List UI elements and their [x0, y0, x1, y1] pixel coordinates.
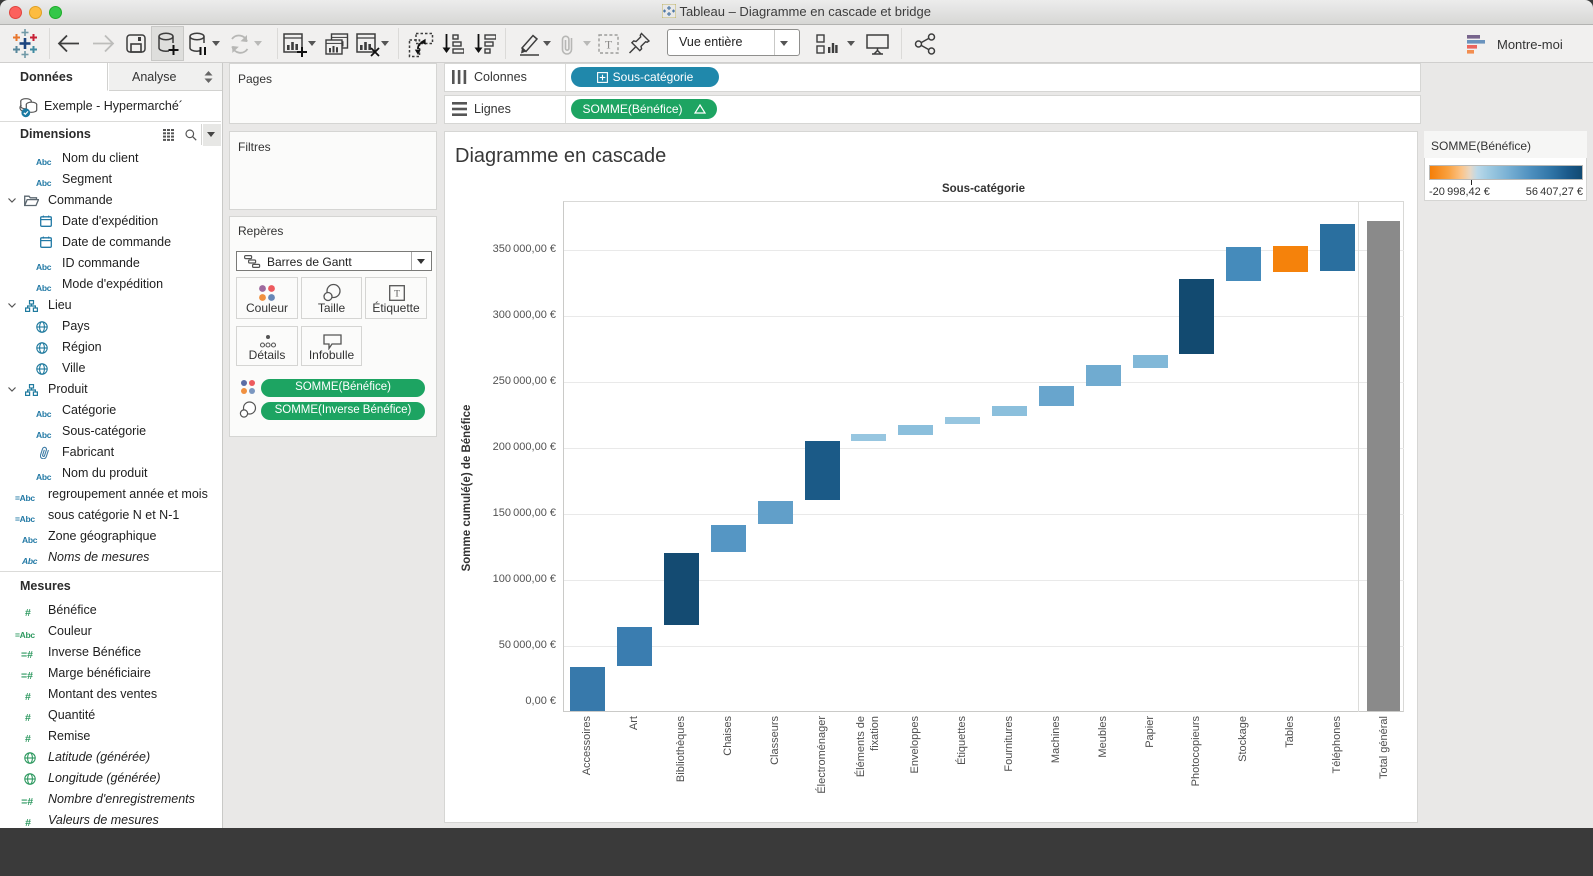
svg-text:T: T — [605, 38, 613, 52]
svg-text:T: T — [394, 290, 400, 300]
